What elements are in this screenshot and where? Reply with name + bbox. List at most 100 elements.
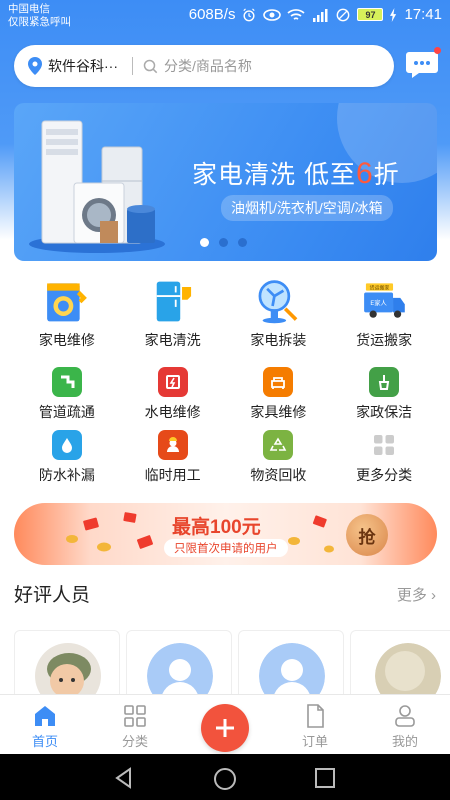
moving-truck-icon: 货运搬家 E家人	[364, 283, 405, 318]
staff-carousel	[14, 630, 450, 710]
carousel-dot-3[interactable]	[238, 238, 247, 247]
coupon-banner[interactable]: 最高100元 只限首次申请的用户 抢	[14, 503, 437, 565]
coupon-title: 最高100元	[172, 517, 261, 538]
coin-decoration	[288, 515, 334, 553]
service-waterproof[interactable]: 防水补漏	[14, 424, 120, 487]
unread-dot	[434, 47, 441, 54]
service-label: 防水补漏	[38, 467, 95, 483]
service-appliance-install[interactable]: 家电拆装	[226, 278, 332, 350]
section-more-link[interactable]: 更多 ›	[397, 584, 436, 605]
search-input[interactable]: 分类/商品名称	[143, 56, 252, 76]
service-label: 家电维修	[38, 332, 95, 348]
coupon-subtitle: 只限首次申请的用户	[164, 539, 288, 557]
home-icon	[35, 706, 55, 726]
service-label: 水电维修	[144, 404, 201, 420]
appliance-repair-icon	[46, 283, 87, 322]
recycle-icon	[263, 430, 294, 460]
appliances-illustration	[29, 120, 165, 253]
battery-indicator: 97	[357, 8, 384, 21]
service-electric[interactable]: 水电维修	[120, 361, 226, 424]
more-label: 更多	[396, 587, 427, 604]
banner-title: 家电清洗 低至6折	[192, 155, 400, 191]
furniture-repair-icon	[263, 367, 294, 397]
service-label: 临时用工	[144, 467, 201, 483]
tab-label: 首页	[31, 734, 58, 749]
red-envelope-decoration	[66, 512, 154, 552]
net-speed: 608B/s	[188, 6, 236, 23]
carousel-dot-1[interactable]	[200, 238, 209, 247]
tab-label: 我的	[391, 734, 418, 749]
service-furniture[interactable]: 家具维修	[226, 361, 332, 424]
service-label: 家政保洁	[356, 404, 413, 420]
banner-discount: 6	[355, 157, 374, 190]
banner-title-text: 家电清洗 低至	[192, 161, 356, 189]
tab-orders[interactable]: 订单	[285, 703, 345, 750]
service-label: 更多分类	[356, 467, 413, 483]
grab-coupon-button[interactable]: 抢	[346, 514, 388, 556]
service-label: 货运搬家	[356, 332, 413, 348]
search-icon	[143, 59, 158, 73]
service-temp-worker[interactable]: 临时用工	[120, 424, 226, 487]
truck-badge-text: 货运搬家	[370, 284, 390, 291]
tab-label: 分类	[121, 734, 148, 749]
waterproof-icon	[51, 430, 82, 460]
tab-label: 订单	[301, 734, 328, 749]
service-label: 家电清洗	[144, 332, 201, 348]
alarm-icon	[243, 7, 256, 21]
service-more[interactable]: 更多分类	[331, 424, 437, 487]
chevron-right-icon: ›	[426, 587, 436, 604]
system-nav-bar	[0, 754, 450, 800]
signal-icon	[313, 8, 328, 22]
appliance-install-icon	[258, 280, 298, 324]
wifi-icon	[287, 8, 306, 20]
electric-repair-icon	[157, 367, 188, 397]
eye-icon	[263, 8, 282, 21]
user-icon	[395, 705, 415, 727]
clock: 17:41	[404, 6, 442, 23]
status-bar: 中国电信 仅限紧急呼叫 608B/s 97 17:41	[0, 0, 450, 34]
tab-category[interactable]: 分类	[105, 703, 165, 750]
search-bar: 软件谷科··· 分类/商品名称	[14, 45, 394, 87]
more-categories-icon	[369, 430, 399, 460]
charging-icon	[390, 7, 397, 22]
tab-profile[interactable]: 我的	[375, 703, 435, 750]
carrier-info: 中国电信 仅限紧急呼叫	[8, 3, 71, 29]
tab-home[interactable]: 首页	[15, 703, 75, 750]
banner-subtitle: 油烟机/洗衣机/空调/冰箱	[221, 195, 393, 221]
document-icon	[307, 704, 324, 728]
location-label: 软件谷科···	[48, 58, 118, 74]
housekeeping-icon	[369, 367, 400, 397]
carrier-status: 仅限紧急呼叫	[8, 16, 71, 28]
truck-side-text: E家人	[370, 298, 387, 307]
service-moving[interactable]: 货运搬家 E家人 货运搬家	[331, 278, 437, 350]
add-order-button[interactable]	[201, 704, 249, 752]
appliance-clean-icon	[156, 281, 191, 322]
carousel-indicator	[200, 238, 247, 247]
message-button[interactable]	[405, 47, 441, 80]
recents-icon[interactable]	[314, 767, 336, 789]
service-label: 物资回收	[250, 467, 307, 483]
search-placeholder: 分类/商品名称	[164, 58, 252, 74]
worker-icon	[157, 430, 188, 460]
service-appliance-clean[interactable]: 家电清洗	[120, 278, 226, 350]
chat-bubble-icon	[406, 52, 438, 78]
pipe-icon	[51, 367, 82, 397]
carrier-name: 中国电信	[8, 3, 50, 15]
service-label: 管道疏通	[38, 404, 95, 420]
promo-banner[interactable]: 家电清洗 低至6折 油烟机/洗衣机/空调/冰箱	[14, 103, 437, 261]
service-recycle[interactable]: 物资回收	[226, 424, 332, 487]
carousel-dot-2[interactable]	[219, 238, 228, 247]
location-selector[interactable]: 软件谷科···	[14, 56, 118, 76]
home-nav-icon[interactable]	[213, 767, 237, 791]
service-grid: 家电维修 家电清洗 家电拆装 货运搬家 E家人 货运搬家 管道疏通 水电维修 家具…	[14, 278, 437, 487]
service-label: 家电拆装	[250, 332, 307, 348]
service-housekeeping[interactable]: 家政保洁	[331, 361, 437, 424]
dnd-icon	[337, 8, 350, 21]
location-pin-icon	[28, 57, 42, 75]
service-pipe[interactable]: 管道疏通	[14, 361, 120, 424]
back-icon[interactable]	[113, 767, 135, 789]
search-divider	[132, 57, 133, 75]
category-grid-icon	[124, 705, 146, 727]
service-appliance-repair[interactable]: 家电维修	[14, 278, 120, 350]
service-label: 家具维修	[250, 404, 307, 420]
